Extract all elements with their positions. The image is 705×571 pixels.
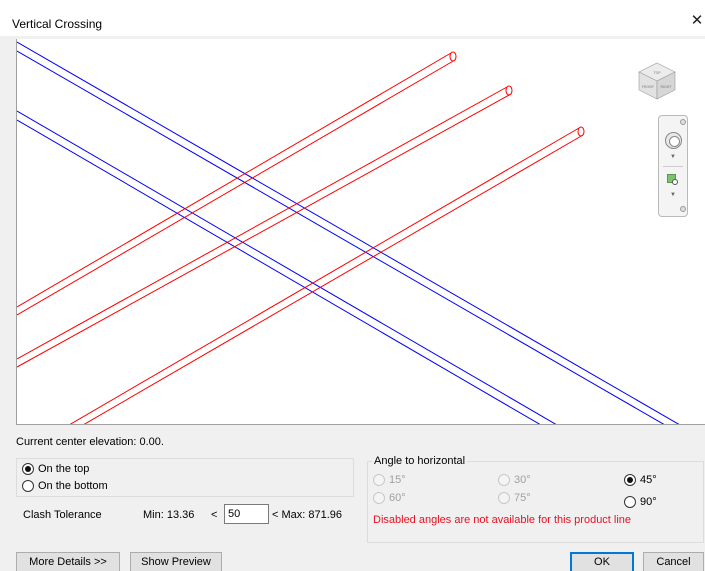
angle-group: Angle to horizontal 15° 30° 45° 60° 75° …: [367, 455, 704, 543]
clash-tolerance-label: Clash Tolerance: [23, 509, 102, 521]
radio-angle-60-indicator: [373, 492, 385, 504]
radio-angle-75-label: 75°: [514, 492, 531, 504]
clash-tolerance-input[interactable]: [224, 504, 269, 524]
radio-on-top-indicator[interactable]: [22, 463, 34, 475]
radio-angle-30: 30°: [498, 474, 531, 486]
angle-group-title: Angle to horizontal: [372, 455, 468, 467]
radio-angle-30-indicator: [498, 474, 510, 486]
red-pipe-3-cap: [577, 126, 585, 137]
radio-angle-15-indicator: [373, 474, 385, 486]
radio-angle-15: 15°: [373, 474, 406, 486]
steering-wheel-icon[interactable]: [665, 132, 682, 149]
ok-button[interactable]: OK: [570, 552, 634, 571]
radio-angle-45-indicator[interactable]: [624, 474, 636, 486]
blue-pipe-1-edge-b: [17, 50, 665, 424]
clash-max-label: < Max: 871.96: [272, 509, 343, 521]
navbar-close-icon[interactable]: [680, 119, 686, 125]
radio-on-bottom-indicator[interactable]: [22, 480, 34, 492]
radio-on-bottom[interactable]: On the bottom: [22, 480, 108, 492]
clash-less-than-symbol: <: [211, 509, 218, 521]
red-pipe-2-cap: [505, 85, 513, 96]
radio-angle-75: 75°: [498, 492, 531, 504]
center-elevation-text: Current center elevation: 0.00.: [16, 436, 164, 448]
blue-pipe-1-edge-a: [17, 41, 680, 424]
navbar-divider: [663, 166, 683, 167]
radio-angle-30-label: 30°: [514, 474, 531, 486]
cancel-button[interactable]: Cancel: [643, 552, 704, 571]
view-cube-icon[interactable]: TOP FRONT RIGHT: [637, 61, 677, 101]
steering-wheel-chevron-down-icon[interactable]: ▼: [670, 154, 676, 160]
red-pipe-2-edge-a: [17, 86, 508, 360]
blue-pipe-2-edge-b: [17, 119, 541, 424]
close-icon[interactable]: ✕: [689, 12, 705, 30]
3d-viewport[interactable]: TOP FRONT RIGHT ▼ ▼: [16, 39, 705, 425]
zoom-chevron-down-icon[interactable]: ▼: [670, 192, 676, 198]
position-group: On the top On the bottom: [16, 458, 354, 497]
red-pipe-3-edge-b: [83, 134, 584, 424]
zoom-lens-icon: [672, 179, 678, 185]
radio-on-bottom-label: On the bottom: [38, 480, 108, 492]
show-preview-button[interactable]: Show Preview: [130, 552, 222, 571]
red-pipe-1-edge-a: [17, 52, 452, 308]
more-details-button[interactable]: More Details >>: [16, 552, 120, 571]
radio-angle-90-label: 90°: [640, 496, 657, 508]
viewcube-right-label: RIGHT: [661, 85, 673, 89]
radio-on-top[interactable]: On the top: [22, 463, 89, 475]
radio-angle-60-label: 60°: [389, 492, 406, 504]
disabled-angles-warning: Disabled angles are not available for th…: [373, 514, 632, 526]
navigation-bar[interactable]: ▼ ▼: [658, 115, 688, 217]
red-pipe-2-edge-b: [17, 93, 512, 368]
red-pipe-1-cap: [449, 51, 457, 62]
window-title: Vertical Crossing: [12, 17, 103, 31]
red-pipes: [17, 51, 585, 424]
red-pipe-1-edge-b: [17, 59, 456, 316]
viewcube-front-label: FRONT: [642, 85, 655, 89]
blue-pipes: [17, 41, 680, 424]
radio-angle-45-label: 45°: [640, 474, 657, 486]
title-bar: Vertical Crossing ✕: [0, 0, 705, 36]
viewcube-top-label: TOP: [652, 71, 660, 75]
clash-min-label: Min: 13.36: [143, 509, 195, 521]
radio-angle-90[interactable]: 90°: [624, 496, 657, 508]
radio-angle-90-indicator[interactable]: [624, 496, 636, 508]
radio-angle-45[interactable]: 45°: [624, 474, 657, 486]
pipe-scene: [17, 41, 680, 424]
radio-angle-60: 60°: [373, 492, 406, 504]
navbar-menu-icon[interactable]: [680, 206, 686, 212]
radio-on-top-label: On the top: [38, 463, 90, 475]
radio-angle-75-indicator: [498, 492, 510, 504]
radio-angle-15-label: 15°: [389, 474, 406, 486]
red-pipe-3-edge-a: [69, 127, 580, 424]
